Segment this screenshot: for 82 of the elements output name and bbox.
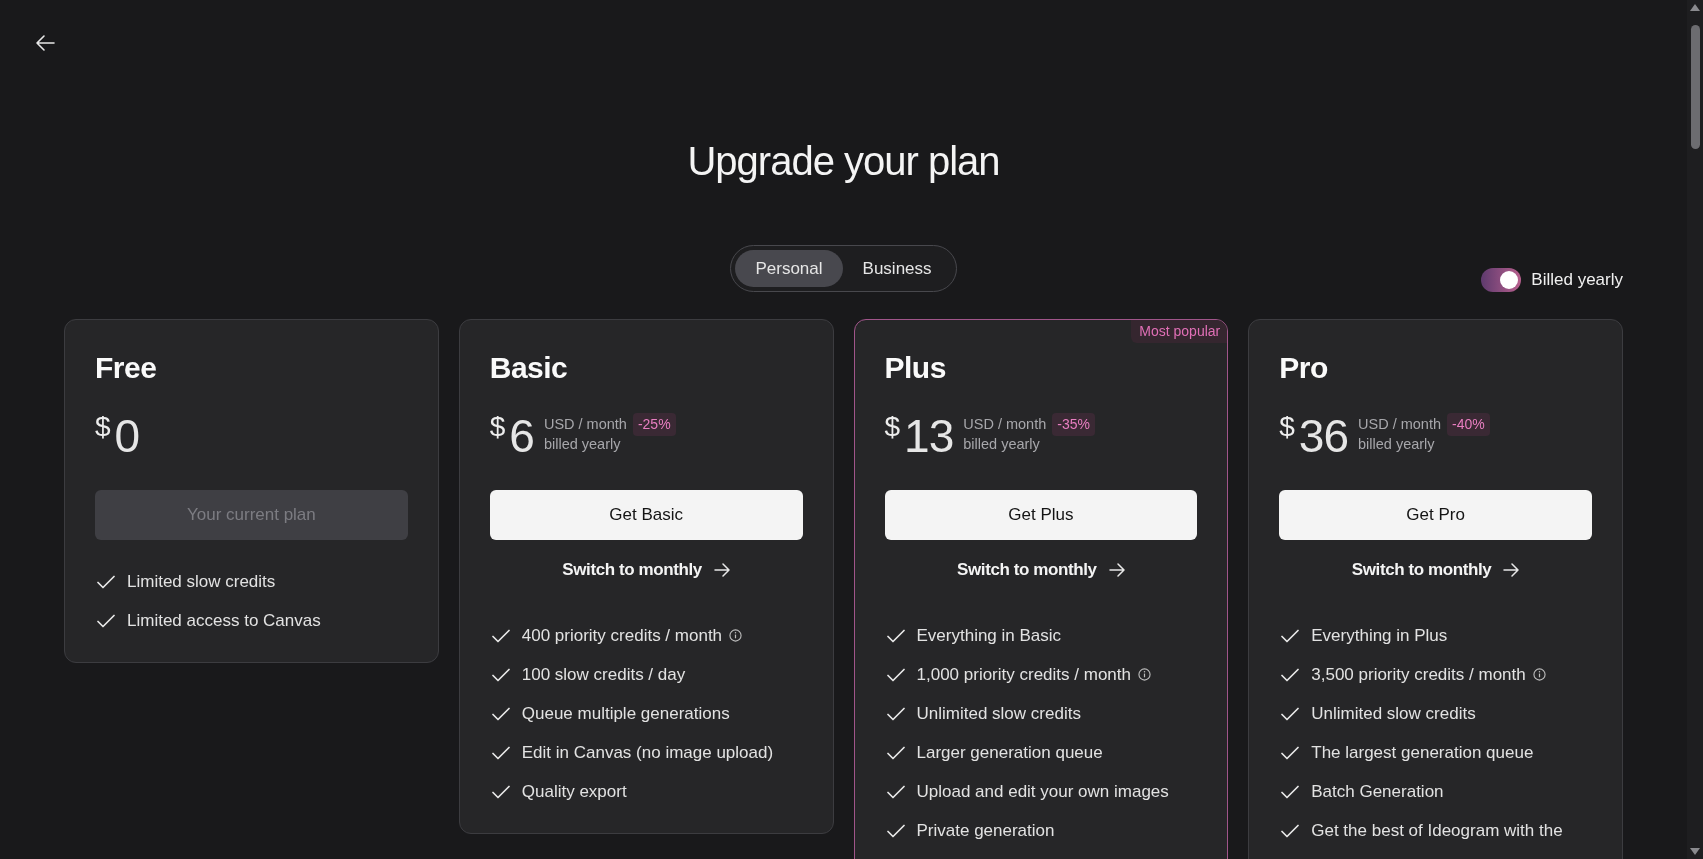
feature-text: Private generation [916,820,1055,841]
feature-text: Everything in Plus [1311,625,1448,646]
check-icon [886,823,905,838]
price-unit: USD / month [543,416,627,433]
switch-billing-link[interactable]: Switch to monthly [562,558,730,582]
check-icon [97,574,115,589]
feature-text: Batch Generation [1311,781,1444,802]
billing-label: Billed yearly [1531,270,1623,290]
scrollbar[interactable] [1687,0,1703,859]
discount-badge: -25% [632,413,676,436]
check-icon [886,706,905,721]
feature-text: Upload and edit your own images [916,781,1169,802]
scroll-down-icon[interactable] [1690,848,1700,855]
billing-note: billed yearly [543,436,622,453]
plan-type-tab[interactable]: Personal [735,250,843,287]
check-icon [491,667,510,682]
arrow-right-icon [1503,563,1520,577]
check-icon [1281,745,1300,760]
info-icon[interactable] [1138,668,1151,681]
currency-symbol: $ [489,412,506,442]
feature-text: 400 priority credits / month [521,625,723,646]
price-amount: 36 [1298,410,1348,462]
arrow-right-icon [1108,563,1125,577]
currency-symbol: $ [1279,412,1295,442]
feature-text: Queue multiple generations [521,703,730,724]
plan-name: Plus [884,350,947,386]
feature-text: Limited slow credits [127,571,276,592]
billing-note: billed yearly [1358,436,1436,453]
feature-text: Quality export [521,781,627,802]
currency-symbol: $ [95,412,111,442]
check-icon [886,628,905,643]
feature-text: Unlimited slow credits [916,703,1081,724]
plan-button[interactable]: Get Plus [884,490,1198,540]
scrollbar-thumb[interactable] [1690,25,1700,149]
billing-toggle[interactable] [1481,268,1522,292]
back-arrow-icon[interactable] [35,33,55,53]
plan-name: Free [95,350,158,386]
page-title: Upgrade your plan [686,138,1001,185]
scroll-up-icon[interactable] [1690,4,1700,11]
feature-text: Limited access to Canvas [127,610,321,631]
info-icon[interactable] [729,629,743,642]
plan-button[interactable]: Get Basic [489,490,803,540]
feature-text: Larger generation queue [916,742,1103,763]
currency-symbol: $ [884,412,901,442]
info-icon[interactable] [1532,668,1546,681]
feature-text: 100 slow credits / day [521,664,686,685]
feature-text: Everything in Basic [916,625,1062,646]
feature-text: 1,000 priority credits / month [916,664,1131,685]
check-icon [97,613,115,628]
price-amount: 6 [509,410,534,462]
check-icon [1281,628,1300,643]
feature-text: Unlimited slow credits [1311,703,1476,724]
price-unit: USD / month [1358,416,1441,433]
switch-billing-link[interactable]: Switch to monthly [1351,558,1520,582]
check-icon [1281,784,1300,799]
check-icon [886,784,905,799]
price-amount: 0 [114,410,140,462]
check-icon [491,784,510,799]
feature-text: Get the best of Ideogram with the [1311,820,1563,841]
check-icon [886,745,905,760]
check-icon [491,628,510,643]
feature-text: 3,500 priority credits / month [1311,664,1526,685]
discount-badge: -40% [1447,413,1490,436]
popular-badge: Most popular [1131,320,1228,343]
check-icon [1281,706,1300,721]
feature-text: Edit in Canvas (no image upload) [521,742,774,763]
check-icon [1281,667,1300,682]
plan-button[interactable]: Get Pro [1279,490,1592,540]
plan-name: Basic [489,350,569,386]
feature-text: The largest generation queue [1311,742,1534,763]
switch-billing-link[interactable]: Switch to monthly [957,558,1125,582]
check-icon [1281,823,1300,838]
check-icon [491,706,510,721]
price-unit: USD / month [963,416,1047,433]
arrow-right-icon [713,563,730,577]
price-amount: 13 [904,410,954,462]
check-icon [886,667,905,682]
plan-type-tab[interactable]: Business [842,250,952,287]
check-icon [491,745,510,760]
billing-note: billed yearly [963,436,1041,453]
discount-badge: -35% [1052,413,1095,436]
plan-name: Pro [1279,350,1329,386]
